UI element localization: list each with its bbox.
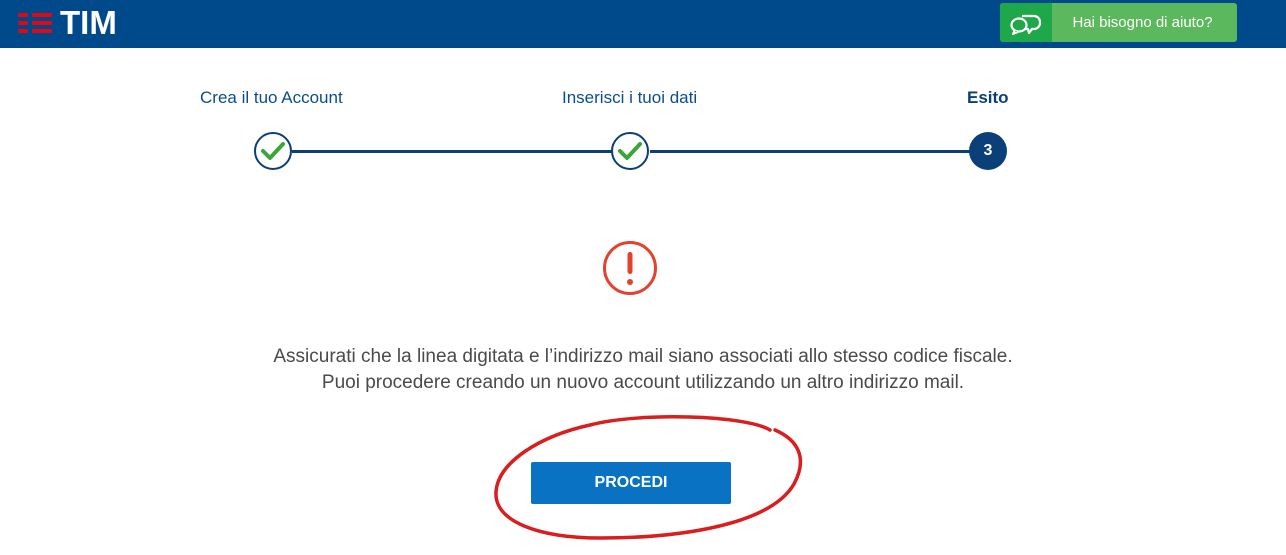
step-1-circle xyxy=(254,132,292,170)
step-number: 3 xyxy=(983,142,993,159)
check-icon xyxy=(261,142,285,160)
step-2-circle xyxy=(611,132,649,170)
chat-bubbles-icon xyxy=(1000,3,1052,42)
logo-text: TIM xyxy=(60,4,117,41)
top-header: TIM Hai bisogno di aiuto? xyxy=(0,0,1286,48)
message-line-2: Puoi procedere creando un nuovo account … xyxy=(321,372,965,393)
alert-exclamation-icon xyxy=(602,240,658,296)
proceed-button[interactable]: PROCEDI xyxy=(531,462,731,504)
step-connector xyxy=(292,150,612,153)
message-line-1: Assicurati che la linea digitata e l’ind… xyxy=(273,346,1013,367)
step-3-circle: 3 xyxy=(969,132,1007,170)
help-label: Hai bisogno di aiuto? xyxy=(1072,14,1213,31)
tim-logo[interactable]: TIM xyxy=(18,6,117,40)
tim-logo-icon xyxy=(18,10,54,36)
check-icon xyxy=(618,142,642,160)
help-button[interactable]: Hai bisogno di aiuto? xyxy=(1000,3,1237,42)
step-label-create-account: Crea il tuo Account xyxy=(200,88,343,107)
step-connector xyxy=(650,150,972,153)
error-message: Assicurati che la linea digitata e l’ind… xyxy=(0,344,1286,396)
step-label-result: Esito xyxy=(967,88,1009,107)
step-label-enter-data: Inserisci i tuoi dati xyxy=(562,88,698,107)
